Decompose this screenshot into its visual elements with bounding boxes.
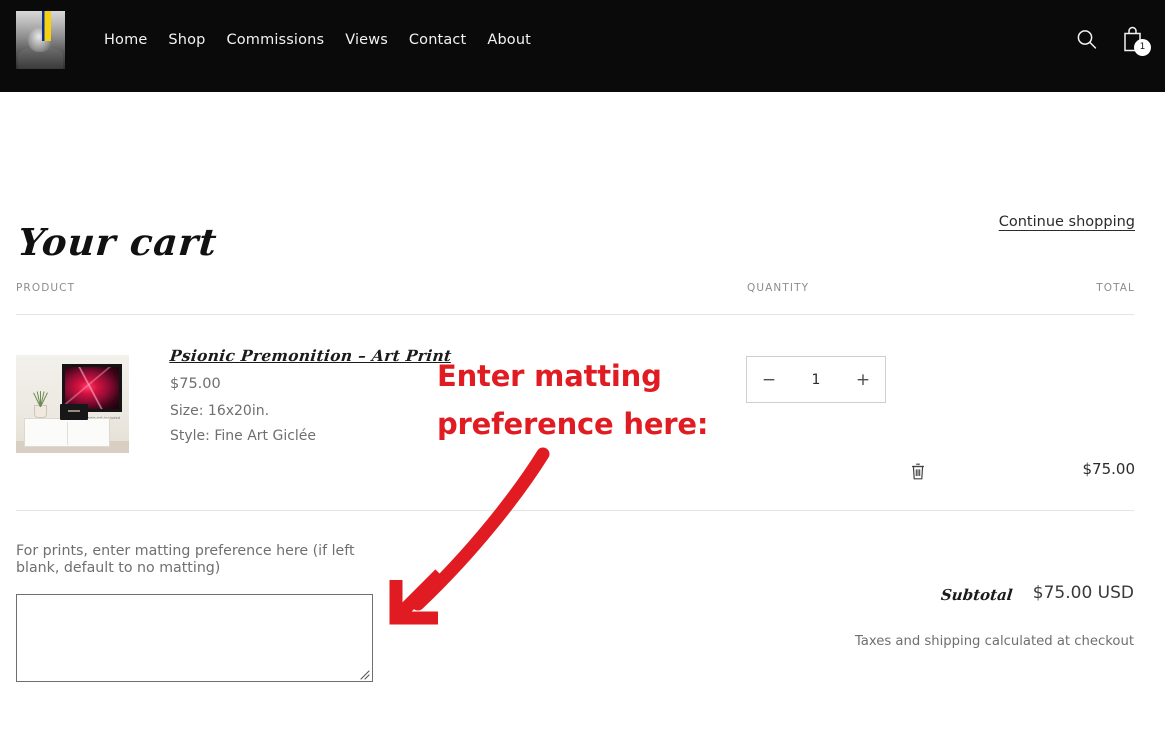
cart-table-header: PRODUCT QUANTITY TOTAL	[0, 282, 1165, 316]
thumb-artwork-image	[65, 367, 119, 409]
annotation-arrow-icon	[378, 432, 578, 637]
thumb-speaker	[60, 404, 88, 420]
quantity-value[interactable]: 1	[791, 372, 841, 388]
divider-top	[16, 314, 1134, 315]
product-unit-price: $75.00	[170, 376, 221, 392]
matting-preference-label: For prints, enter matting preference her…	[16, 543, 355, 576]
column-header-quantity: QUANTITY	[747, 282, 810, 294]
product-title[interactable]: Psionic Premonition – Art Print	[169, 346, 453, 365]
divider-bottom	[16, 510, 1134, 511]
thumb-sideboard-divider	[67, 422, 68, 445]
column-header-product: PRODUCT	[16, 282, 76, 294]
quantity-decrease-button[interactable]: −	[747, 357, 791, 402]
main-navigation: Home Shop Commissions Views Contact Abou…	[104, 31, 552, 50]
site-logo[interactable]	[16, 11, 65, 69]
site-header: Home Shop Commissions Views Contact Abou…	[0, 0, 1165, 92]
page-title: Your cart	[16, 219, 220, 264]
product-option-size: Size: 16x20in.	[170, 403, 270, 419]
continue-shopping-link[interactable]: Continue shopping	[999, 214, 1135, 230]
column-header-total: TOTAL	[1096, 282, 1135, 294]
subtotal-label: Subtotal	[940, 586, 1014, 604]
nav-item-commissions[interactable]: Commissions	[227, 31, 346, 50]
nav-item-shop[interactable]: Shop	[168, 31, 226, 50]
trash-icon[interactable]	[909, 461, 927, 481]
matting-preference-input[interactable]	[16, 594, 373, 682]
product-option-style: Style: Fine Art Giclée	[170, 428, 317, 444]
annotation-text-line2: preference here:	[437, 407, 709, 441]
subtotal-value: $75.00 USD	[1032, 583, 1134, 603]
nav-item-about[interactable]: About	[487, 31, 552, 50]
cart-page: Home Shop Commissions Views Contact Abou…	[0, 0, 1165, 736]
nav-item-home[interactable]: Home	[104, 31, 168, 50]
logo-color-stripe	[42, 11, 51, 41]
product-thumbnail[interactable]: *Frame not included	[16, 355, 129, 453]
quantity-increase-button[interactable]: +	[841, 357, 885, 402]
thumb-sideboard	[24, 418, 110, 447]
quantity-stepper: − 1 +	[746, 356, 886, 403]
cart-button[interactable]: 1	[1121, 24, 1151, 56]
line-item-total: $75.00	[1082, 460, 1136, 478]
nav-item-contact[interactable]: Contact	[409, 31, 487, 50]
annotation-text-line1: Enter matting	[437, 359, 662, 393]
header-icon-group: 1	[1075, 24, 1151, 56]
cart-count-badge: 1	[1134, 39, 1151, 56]
search-icon[interactable]	[1075, 28, 1098, 51]
thumb-plant	[31, 388, 50, 408]
tax-shipping-note: Taxes and shipping calculated at checkou…	[854, 634, 1134, 649]
nav-item-views[interactable]: Views	[345, 31, 409, 50]
